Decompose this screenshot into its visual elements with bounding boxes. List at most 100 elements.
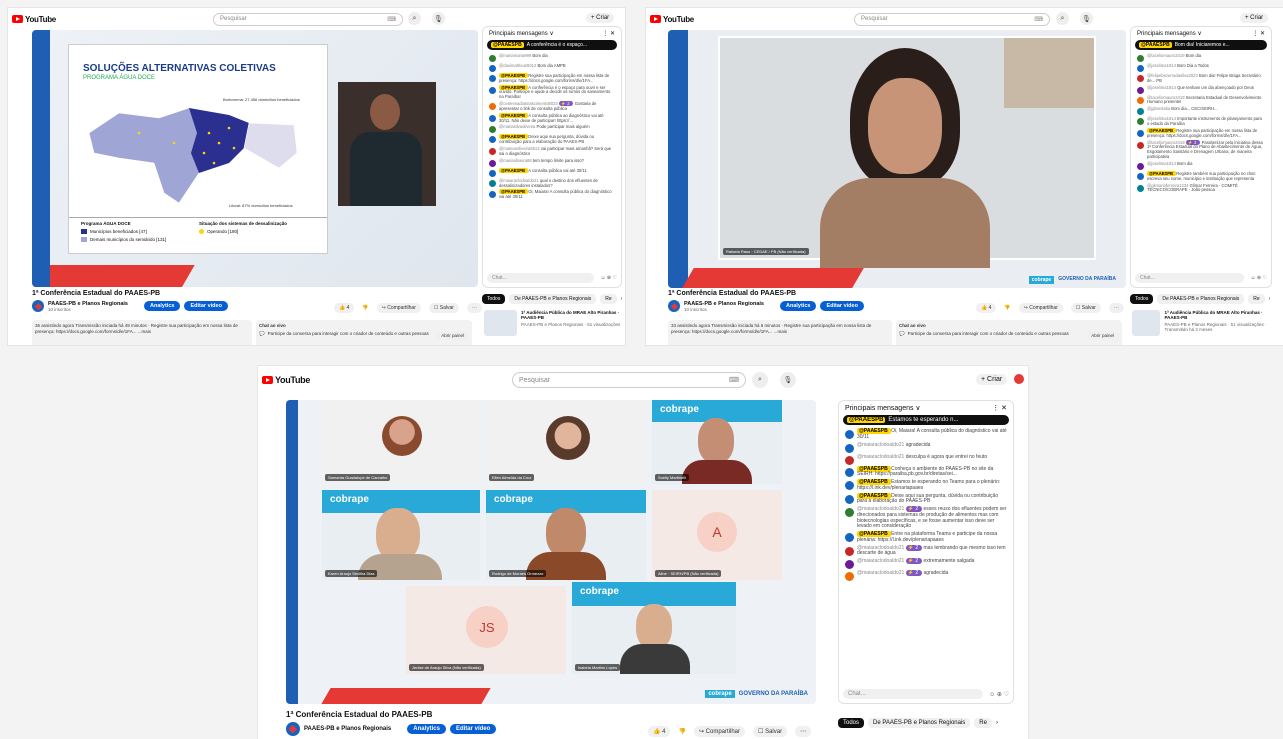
keyboard-icon[interactable]: ⌨	[1034, 16, 1043, 23]
chat-message[interactable]: @jgbenitalia Bom dia... CEC/SEIRH...	[1131, 106, 1271, 116]
chat-username[interactable]: @joselima1814	[1147, 161, 1177, 166]
tab-channel[interactable]: De PAAES-PB e Planos Regionais	[509, 294, 597, 304]
save-button[interactable]: ☐ Salvar	[1070, 303, 1101, 313]
tab-channel[interactable]: De PAAES-PB e Planos Regionais	[1157, 294, 1245, 304]
chevron-right-icon[interactable]: ›	[621, 296, 623, 302]
chat-message[interactable]: @mariamaria999 Bom dia	[483, 53, 621, 63]
chat-more-icon[interactable]: ⋮ ✕	[602, 30, 615, 37]
description-box[interactable]: 36 assistindo agora Transmissão iniciada…	[32, 320, 252, 345]
chat-message[interactable]: @felipebezerradasilva2023 Bom dia! Felip…	[1131, 73, 1271, 85]
chat-username[interactable]: @maiaraclodoaldo21	[857, 558, 906, 564]
save-button[interactable]: ☐ Salvar	[428, 303, 459, 313]
chat-message[interactable]: @maiaraclodoaldo21 ⚡ 2 esses reuso dos e…	[839, 506, 1013, 531]
chat-message[interactable]: @taceliomauro2419 Bom dia	[1131, 53, 1271, 63]
keyboard-icon[interactable]: ⌨	[729, 376, 739, 384]
youtube-logo[interactable]: YouTube	[262, 375, 310, 385]
more-icon[interactable]: ⋯	[466, 303, 482, 313]
chat-username[interactable]: @mariasilvaoliveira	[499, 124, 537, 130]
create-button[interactable]: + Criar	[1240, 13, 1269, 23]
chat-username[interactable]: @PAAESPB	[499, 167, 529, 173]
chat-message[interactable]: @mariaoliveira88 tem tempo limite para i…	[483, 158, 621, 168]
chat-message[interactable]: @joselima1814 Bom Dia a Todos	[1131, 63, 1271, 73]
search-icon[interactable]: ⌕	[1056, 12, 1069, 25]
chat-username[interactable]: @mariaoliveira88	[499, 158, 533, 163]
chat-filter-dropdown[interactable]: Principais mensagens ∨	[489, 30, 554, 37]
emoji-icon[interactable]: ☺ ⊕ ♡	[989, 691, 1009, 698]
tab-all[interactable]: Todos	[838, 718, 865, 728]
edit-video-button[interactable]: Editar vídeo	[449, 724, 497, 734]
like-button[interactable]: 👍 4	[976, 303, 997, 313]
channel-avatar[interactable]	[286, 722, 300, 736]
chat-message[interactable]: @taceliomauro2419 ⚡ 2 Parabenizar pela i…	[1131, 139, 1271, 161]
more-icon[interactable]: ⋯	[795, 726, 812, 737]
video-player[interactable]: SOLUÇÕES ALTERNATIVAS COLETIVAS PROGRAMA…	[32, 30, 478, 287]
search-icon[interactable]: ⌕	[408, 12, 421, 25]
chat-message[interactable]: @PAAESPB Registre sua participação em no…	[1131, 127, 1271, 140]
chat-message[interactable]: @PAAESPB Entre na plataforma Teams e par…	[839, 531, 1013, 545]
save-button[interactable]: ☐ Salvar	[753, 726, 788, 737]
chat-username[interactable]: @joselima1814	[1147, 63, 1177, 68]
chat-username[interactable]: @maiaraclodoaldo21	[857, 454, 906, 460]
mic-icon[interactable]: 🎙	[432, 12, 445, 25]
tab-more[interactable]: Re	[600, 294, 617, 304]
analytics-button[interactable]: Analytics	[407, 724, 446, 734]
open-panel-button[interactable]: Abrir painel	[436, 330, 469, 341]
channel-avatar[interactable]	[32, 300, 44, 312]
more-icon[interactable]: ⋯	[1108, 303, 1124, 313]
emoji-icon[interactable]: ☺ ⊕ ♡	[600, 275, 617, 281]
search-input[interactable]: Pesquisar ⌨	[512, 372, 746, 388]
share-button[interactable]: ↪ Compartilhar	[1018, 303, 1063, 313]
channel-name[interactable]: PAAES-PB e Planos Regionais	[304, 726, 391, 732]
channel-avatar[interactable]	[668, 300, 680, 312]
chat-message[interactable]: @PAAESPB Oi, Maiara! A consulta pública …	[839, 428, 1013, 442]
chat-username[interactable]: @davimatheus5012	[499, 63, 537, 68]
pinned-message[interactable]: @PAAESPB Bom dia! Iniciaremos e...	[1135, 40, 1267, 50]
share-button[interactable]: ↪ Compartilhar	[693, 726, 746, 737]
create-button[interactable]: + Criar	[976, 374, 1008, 385]
youtube-logo[interactable]: YouTube	[650, 15, 694, 24]
edit-video-button[interactable]: Editar vídeo	[820, 301, 864, 311]
chat-more-icon[interactable]: ⋮ ✕	[992, 404, 1007, 412]
mic-icon[interactable]: 🎙	[780, 372, 796, 388]
chat-message[interactable]: @PAAESPB A conferência é o espaço para o…	[483, 84, 621, 101]
chat-username[interactable]: @mariamaria999	[499, 53, 532, 58]
chat-username[interactable]: @joselima1814	[1147, 85, 1177, 90]
chat-message[interactable]: @PAAESPB Deixe aqui sua pergunta, dúvida…	[483, 134, 621, 146]
edit-video-button[interactable]: Editar vídeo	[184, 301, 228, 311]
keyboard-icon[interactable]: ⌨	[387, 16, 396, 23]
chat-filter-dropdown[interactable]: Principais mensagens ∨	[1137, 30, 1202, 37]
chat-message[interactable]: @maiaraclodoaldo21 ⚡ 2 agradecida	[839, 570, 1013, 582]
chat-message[interactable]: @PAAESPB Registre também sua participaçã…	[1131, 170, 1271, 183]
chat-message[interactable]: @mariasilvaoliveira Pode participar mais…	[483, 124, 621, 134]
chat-input[interactable]: Chat...	[1135, 273, 1245, 283]
chat-message[interactable]: @joselima1814 Bom dia	[1131, 161, 1271, 171]
search-input[interactable]: Pesquisar ⌨	[854, 12, 1050, 26]
chat-message[interactable]: @maiaraclodoaldo21 ⚡ 2 mas lembrando que…	[839, 544, 1013, 559]
tab-more[interactable]: Re	[974, 718, 992, 728]
chat-message[interactable]: @PAAESPB Estamos te esperando no Teams p…	[839, 479, 1013, 493]
tab-all[interactable]: Todos	[482, 294, 506, 304]
chat-message[interactable]: @mateusoliveira5512 vai participar mais …	[483, 146, 621, 158]
chat-message[interactable]: @PAAESPB Oi, Maiara! A consulta pública …	[483, 189, 621, 201]
chat-message[interactable]: @maiaraclodoaldo21 qual o destino dos ef…	[483, 178, 621, 190]
chat-username[interactable]: @maiaraclodoaldo21	[857, 442, 906, 448]
youtube-logo[interactable]: YouTube	[12, 15, 56, 24]
chat-message[interactable]: @maiaraclodoaldo21 ⚡ 2 extremamente salg…	[839, 558, 1013, 570]
chat-message[interactable]: @PAAESPB A consulta pública ao diagnósti…	[483, 112, 621, 125]
like-button[interactable]: 👍 4	[648, 726, 671, 737]
chat-message[interactable]: @taceliomauro2419 Secretaria Estadual de…	[1131, 95, 1271, 107]
chat-input[interactable]: Chat...	[487, 273, 595, 283]
tab-all[interactable]: Todos	[1130, 294, 1154, 304]
dislike-icon[interactable]: 👎	[362, 305, 368, 311]
open-panel-button[interactable]: Abrir painel	[1086, 330, 1119, 341]
tab-more[interactable]: Re	[1248, 294, 1265, 304]
pinned-message[interactable]: @PAAESPB A conferência é o espaço...	[487, 40, 617, 50]
dislike-icon[interactable]: 👎	[1004, 305, 1010, 311]
video-player[interactable]: Samanta Guadalupe de Carvalho Ellen Alme…	[286, 400, 816, 704]
dislike-icon[interactable]: 👎	[678, 728, 685, 735]
chat-message[interactable]: @joselima1814 Que tenham um dia abençoad…	[1131, 85, 1271, 95]
chat-message[interactable]: @PAAESPB A consulta pública vai até 30/1…	[483, 167, 621, 178]
like-button[interactable]: 👍 4	[334, 303, 355, 313]
analytics-button[interactable]: Analytics	[143, 301, 181, 311]
search-input[interactable]: Pesquisar ⌨	[213, 12, 403, 26]
